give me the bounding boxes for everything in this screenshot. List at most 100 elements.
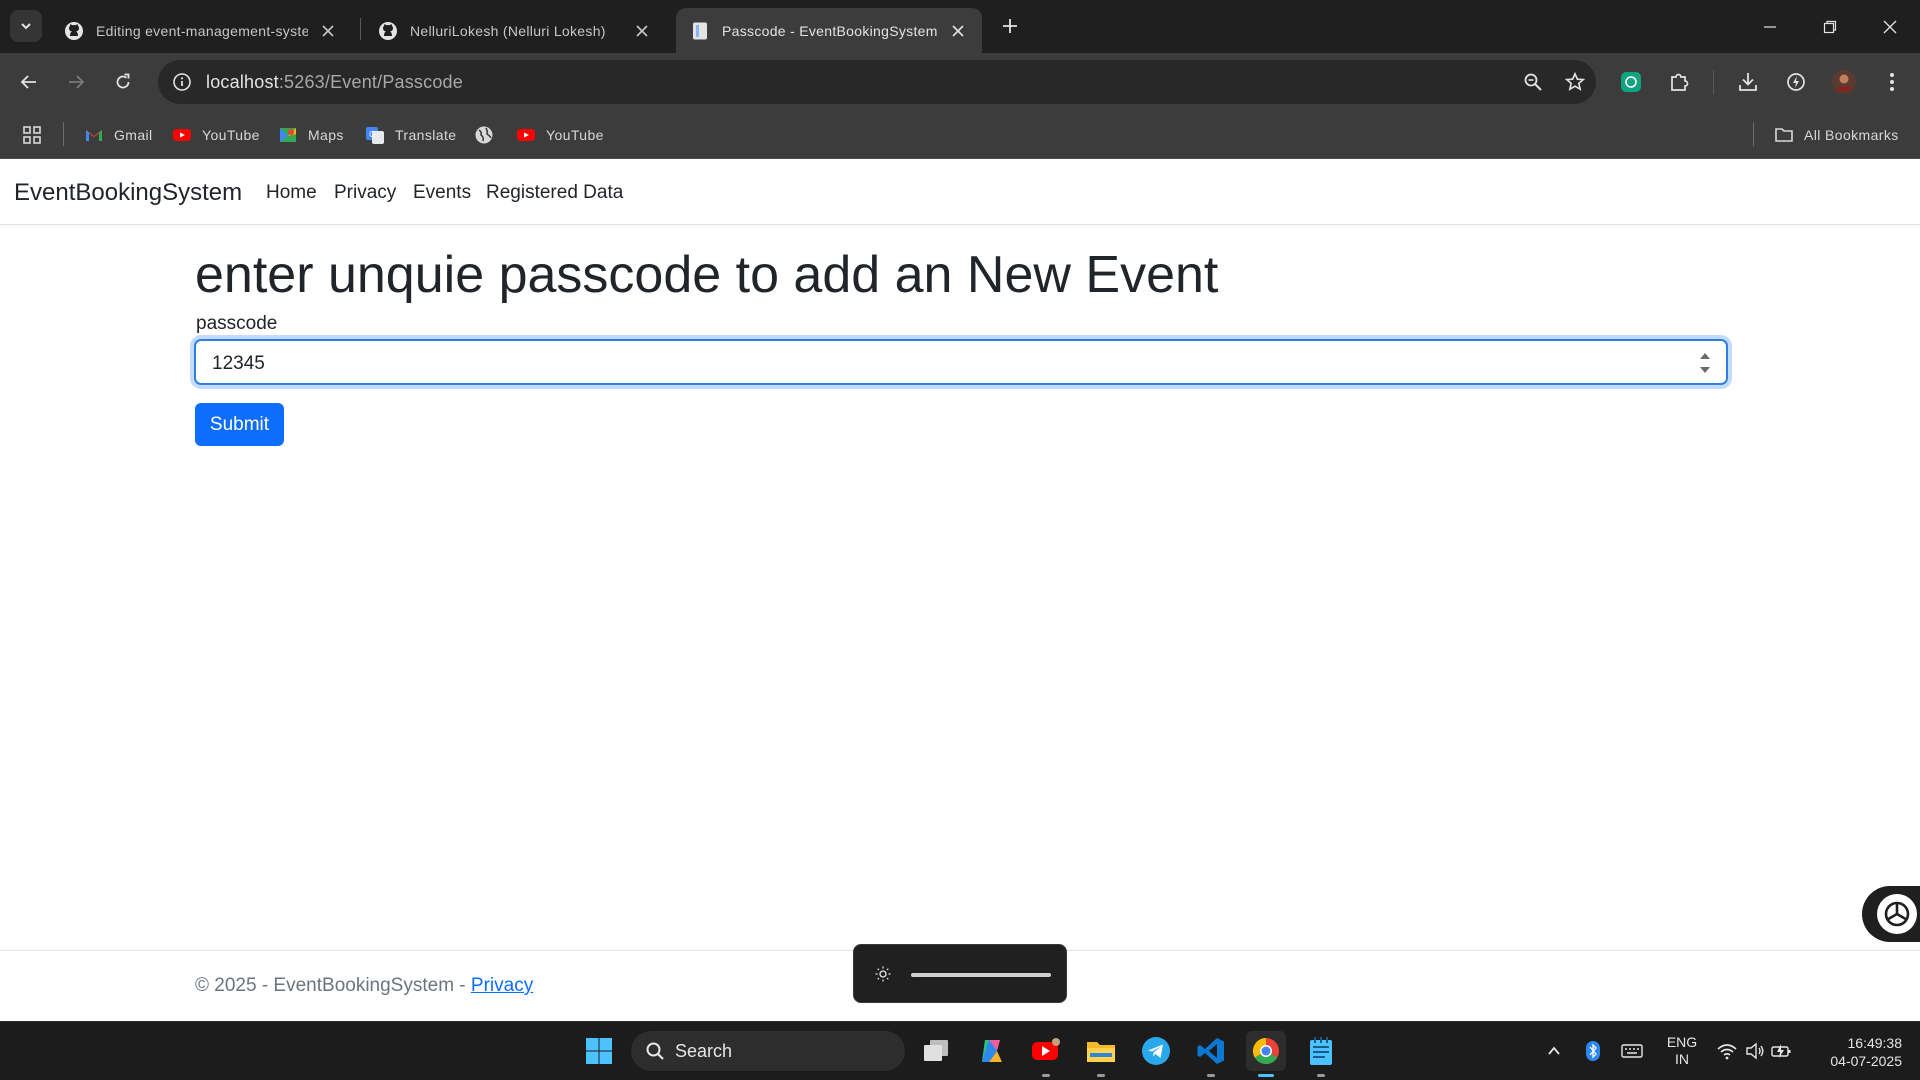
vscode-button[interactable] (1191, 1031, 1231, 1077)
bluetooth-icon (1586, 1041, 1600, 1061)
chatgpt-extension-icon (1621, 72, 1641, 92)
close-window-button[interactable] (1860, 0, 1920, 53)
brightness-icon (875, 966, 891, 982)
chevron-down-icon (21, 23, 31, 30)
vscode-icon (1197, 1038, 1224, 1064)
all-bookmarks-button[interactable]: All Bookmarks (1774, 122, 1899, 148)
youtube-icon (1032, 1038, 1060, 1060)
back-button[interactable] (12, 65, 46, 99)
taskbar-youtube[interactable] (1026, 1031, 1066, 1077)
forward-button[interactable] (59, 65, 93, 99)
minimize-button[interactable] (1740, 0, 1800, 53)
forward-arrow-icon (69, 75, 85, 89)
browser-tab-active[interactable]: Passcode - EventBookingSystem (676, 8, 982, 53)
system-clock[interactable]: 16:49:38 04-07-2025 (1812, 1034, 1902, 1070)
touch-keyboard-button[interactable] (1618, 1036, 1646, 1066)
browser-tab[interactable]: NelluriLokesh (Nelluri Lokesh) (364, 8, 666, 53)
avatar (1832, 70, 1856, 94)
apps-button[interactable] (22, 122, 42, 148)
file-explorer-button[interactable] (1081, 1031, 1121, 1077)
bookmarks-separator (1753, 122, 1754, 146)
github-icon (379, 21, 397, 40)
wifi-tray-icon[interactable] (1713, 1036, 1741, 1066)
passcode-input[interactable]: 12345 (194, 339, 1728, 385)
brightness-slider[interactable] (911, 973, 1051, 977)
submit-button[interactable]: Submit (195, 403, 284, 446)
new-tab-button[interactable] (996, 12, 1024, 40)
assistant-floating-button[interactable] (1862, 886, 1920, 942)
copilot-icon (982, 1040, 1002, 1062)
performance-button[interactable] (1779, 65, 1813, 99)
reload-button[interactable] (106, 65, 140, 99)
chatgpt-extension-button[interactable] (1614, 65, 1648, 99)
gmail-icon (86, 130, 102, 141)
nav-link-registered-data[interactable]: Registered Data (486, 182, 623, 204)
address-bar[interactable]: localhost:5263/Event/Passcode (158, 60, 1596, 104)
bluetooth-tray-icon[interactable] (1579, 1036, 1607, 1066)
taskbar-search[interactable]: Search (631, 1031, 905, 1071)
language-code: ENG (1666, 1034, 1698, 1050)
bookmark-youtube[interactable]: YouTube (172, 122, 260, 148)
folder-icon (1087, 1042, 1115, 1062)
maps-icon (280, 128, 296, 142)
input-language-indicator[interactable]: ENG IN (1665, 1034, 1699, 1068)
tab-close-icon[interactable] (948, 21, 968, 41)
copilot-button[interactable] (971, 1031, 1011, 1071)
apps-grid-icon (23, 126, 41, 144)
telegram-icon (1142, 1037, 1170, 1065)
number-spinner-icon[interactable] (1698, 349, 1712, 377)
toolbar-divider (1713, 70, 1714, 94)
bookmark-star-button[interactable] (1558, 65, 1592, 99)
zoom-button[interactable] (1516, 65, 1550, 99)
telegram-button[interactable] (1136, 1031, 1176, 1071)
wifi-icon (1717, 1044, 1737, 1060)
site-brand[interactable]: EventBookingSystem (14, 179, 242, 207)
footer-copyright: © 2025 - EventBookingSystem - (195, 975, 471, 996)
tab-title: NelluriLokesh (Nelluri Lokesh) (410, 22, 606, 39)
tab-close-icon[interactable] (318, 21, 338, 41)
tab-close-icon[interactable] (632, 21, 652, 41)
site-info-icon[interactable] (168, 68, 196, 96)
volume-tray-icon[interactable] (1741, 1036, 1769, 1066)
nav-link-privacy[interactable]: Privacy (334, 182, 396, 204)
tray-overflow-button[interactable] (1540, 1036, 1568, 1066)
task-view-button[interactable] (916, 1031, 956, 1071)
clock-time: 16:49:38 (1847, 1035, 1903, 1051)
site-navbar: EventBookingSystem Home Privacy Events R… (0, 159, 1920, 225)
profile-button[interactable] (1827, 65, 1861, 99)
footer-privacy-link[interactable]: Privacy (471, 975, 533, 996)
extensions-button[interactable] (1662, 65, 1696, 99)
bookmark-label: YouTube (546, 127, 604, 143)
tab-search-button[interactable] (10, 10, 42, 42)
zoom-icon (1524, 73, 1542, 91)
bookmark-youtube[interactable]: YouTube (516, 122, 604, 148)
battery-tray-icon[interactable] (1768, 1036, 1796, 1066)
downloads-button[interactable] (1731, 65, 1765, 99)
running-indicator (1042, 1074, 1050, 1077)
browser-tab[interactable]: Editing event-management-syste (50, 8, 352, 53)
running-indicator (1207, 1074, 1215, 1077)
bookmark-maps[interactable]: Maps (278, 122, 344, 148)
nav-link-home[interactable]: Home (266, 182, 317, 204)
github-icon (65, 21, 83, 40)
folder-icon (1775, 128, 1793, 142)
notepad-button[interactable] (1301, 1031, 1341, 1077)
restore-icon (1823, 20, 1837, 33)
bookmark-translate[interactable]: G Translate (365, 122, 456, 148)
close-icon (1883, 20, 1897, 33)
bookmark-gmail[interactable]: Gmail (84, 122, 153, 148)
active-indicator (1258, 1074, 1274, 1077)
chrome-taskbar-button[interactable] (1246, 1031, 1286, 1077)
speaker-icon (1746, 1042, 1764, 1060)
page-title: enter unquie passcode to add an New Even… (195, 246, 1219, 304)
start-button[interactable] (579, 1031, 619, 1071)
globe-icon (475, 126, 493, 144)
url-text: localhost:5263/Event/Passcode (206, 72, 463, 93)
nav-link-events[interactable]: Events (413, 182, 471, 204)
restore-button[interactable] (1800, 0, 1860, 53)
passcode-label: passcode (196, 313, 278, 334)
windows-logo-icon (586, 1038, 612, 1064)
youtube-icon (517, 129, 535, 141)
bookmark-globe[interactable] (474, 122, 504, 148)
chrome-menu-button[interactable] (1875, 65, 1909, 99)
